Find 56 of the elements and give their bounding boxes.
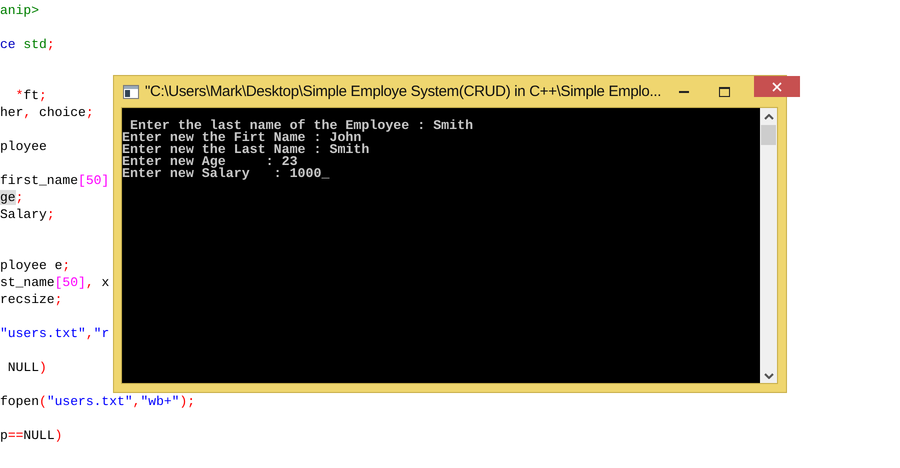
console-line: Enter new the Last Name : Smith bbox=[122, 144, 370, 156]
code-token: "users.txt" bbox=[0, 326, 86, 341]
code-token: ; bbox=[86, 105, 94, 120]
code-token: [50] bbox=[54, 275, 86, 290]
console-line: Enter the last name of the Employee : Smith bbox=[130, 120, 474, 132]
code-token: Salary bbox=[0, 207, 47, 222]
code-token: her bbox=[0, 105, 24, 120]
code-token: std bbox=[22, 37, 47, 52]
code-token: x bbox=[100, 275, 110, 290]
code-token: st_name bbox=[0, 275, 55, 290]
code-token: [50] bbox=[78, 173, 110, 188]
code-token: "wb+" bbox=[140, 394, 180, 409]
code-token: first_name bbox=[0, 173, 78, 188]
code-token: ployee bbox=[0, 139, 47, 154]
code-token: ) bbox=[39, 360, 47, 375]
code-token: ce bbox=[0, 37, 16, 52]
console-icon bbox=[123, 84, 139, 98]
code-token: ft bbox=[23, 88, 40, 103]
code-token: anip> bbox=[0, 3, 40, 18]
code-token: * bbox=[14, 88, 24, 103]
code-token: ; bbox=[54, 292, 62, 307]
code-token: p bbox=[0, 428, 8, 443]
code-token: ; bbox=[46, 207, 55, 222]
code-token: , bbox=[86, 326, 94, 341]
code-token: ; bbox=[39, 88, 47, 103]
window-title: "C:\Users\Mark\Desktop\Simple Employe System(CRUD) in C++\Simple Emplo... bbox=[145, 83, 662, 100]
code-token: , bbox=[86, 275, 94, 290]
console-line: Enter new the Firt Name : John bbox=[122, 132, 362, 144]
code-token: NULL bbox=[23, 428, 55, 443]
close-icon bbox=[772, 82, 782, 92]
code-token: , bbox=[132, 394, 140, 409]
code-token: == bbox=[8, 428, 24, 443]
text-cursor: _ bbox=[322, 166, 330, 181]
code-token: fopen bbox=[0, 394, 40, 409]
maximize-icon[interactable] bbox=[719, 86, 730, 96]
code-token: ) bbox=[54, 428, 62, 443]
scroll-thumb[interactable] bbox=[761, 125, 776, 145]
scroll-up-icon[interactable] bbox=[764, 114, 774, 120]
code-token: "users.txt" bbox=[46, 394, 133, 409]
code-token: "r bbox=[94, 326, 110, 341]
code-token: ; bbox=[46, 37, 55, 52]
code-token: ployee e bbox=[0, 258, 62, 273]
scroll-down-icon[interactable] bbox=[764, 373, 774, 379]
code-token: ; bbox=[62, 258, 70, 273]
console-line: Enter new Salary : 1000_ bbox=[122, 168, 330, 180]
code-token: recsize bbox=[0, 292, 55, 307]
console-line: Enter new Age : 23 bbox=[122, 156, 298, 168]
code-token: choice bbox=[38, 105, 86, 120]
code-token: ); bbox=[179, 394, 196, 409]
code-token: ; bbox=[16, 190, 24, 205]
code-token: ge bbox=[0, 190, 16, 205]
close-button[interactable] bbox=[754, 76, 800, 97]
code-token: ( bbox=[39, 394, 47, 409]
code-token: , bbox=[23, 105, 32, 120]
scrollbar[interactable] bbox=[760, 108, 777, 383]
code-token: NULL bbox=[6, 360, 40, 375]
